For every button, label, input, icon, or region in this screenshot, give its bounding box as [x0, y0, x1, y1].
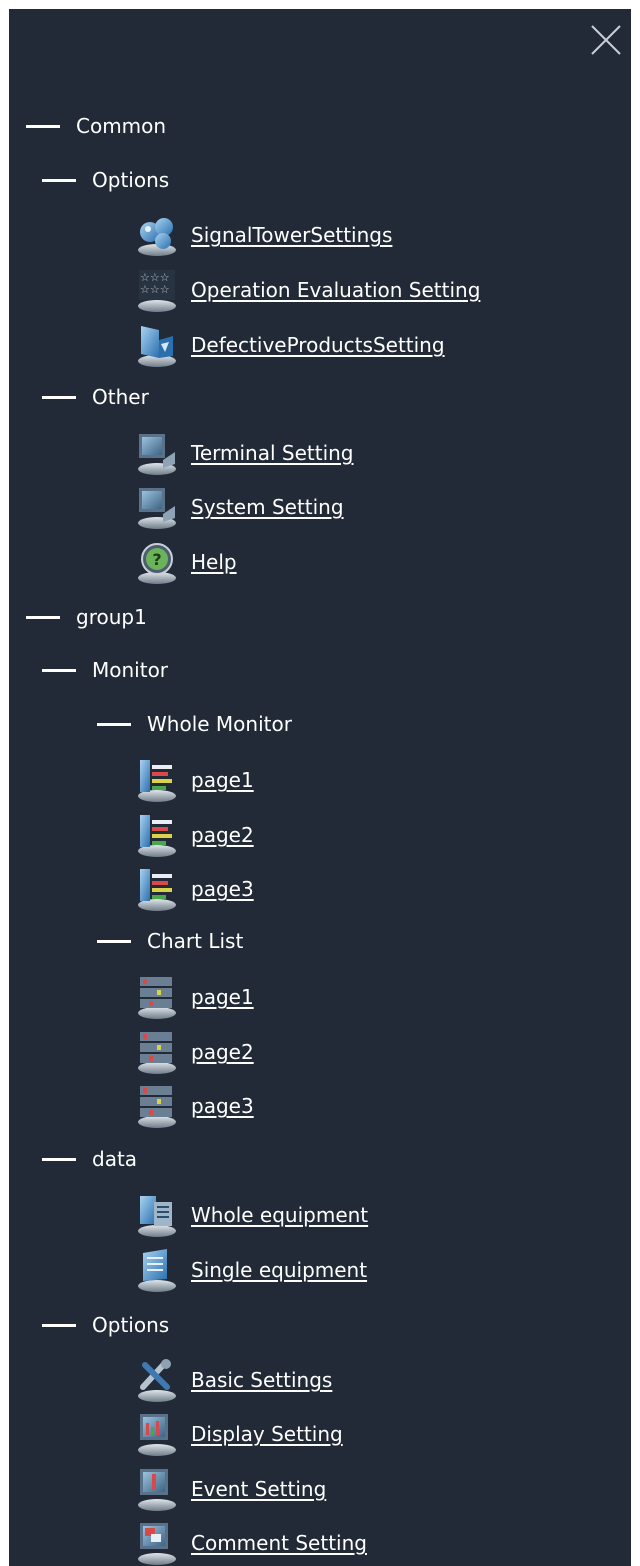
menu-item-single-equipment[interactable]: Single equipment	[135, 1245, 367, 1295]
menu-item-whole-equipment[interactable]: Whole equipment	[135, 1190, 368, 1240]
menu-item-link[interactable]: page3	[191, 877, 254, 901]
tree-node-label: Options	[92, 1313, 170, 1337]
tree-node-common-options[interactable]: Options	[42, 160, 169, 200]
menu-item-link[interactable]: System Setting	[191, 495, 344, 519]
tree-node-whole-monitor[interactable]: Whole Monitor	[97, 704, 292, 744]
tree-node-group1-options[interactable]: Options	[42, 1305, 169, 1345]
tree-node-common[interactable]: Common	[26, 106, 166, 146]
menu-item-link[interactable]: Comment Setting	[191, 1531, 367, 1555]
chart-list-icon	[138, 977, 176, 1019]
menu-item-link[interactable]: Operation Evaluation Setting	[191, 278, 480, 302]
menu-item-terminal-setting[interactable]: Terminal Setting	[135, 428, 354, 478]
help-icon: ?	[138, 543, 176, 584]
menu-item-defective-products-setting[interactable]: DefectiveProductsSetting	[135, 320, 445, 370]
monitor-icon	[138, 488, 176, 529]
menu-item-link[interactable]: Single equipment	[191, 1258, 367, 1282]
menu-item-help[interactable]: ? Help	[135, 537, 237, 587]
tools-icon	[138, 1359, 176, 1402]
collapse-dash-icon	[42, 178, 76, 182]
chart-list-icon	[138, 1032, 176, 1074]
chart-list-icon	[138, 1086, 176, 1128]
defective-product-icon	[138, 326, 176, 367]
collapse-dash-icon	[42, 1157, 76, 1161]
menu-item-operation-evaluation-setting[interactable]: ☆☆☆ ☆☆☆ Operation Evaluation Setting	[135, 265, 480, 315]
star-rating-icon: ☆☆☆ ☆☆☆	[138, 270, 176, 312]
menu-item-display-setting[interactable]: Display Setting	[135, 1409, 343, 1459]
menu-item-link[interactable]: Terminal Setting	[191, 441, 354, 465]
collapse-dash-icon	[26, 615, 60, 619]
tree-node-label: Options	[92, 168, 170, 192]
menu-item-chart-list-page2[interactable]: page2	[135, 1027, 254, 1077]
single-equipment-icon	[138, 1249, 176, 1292]
menu-item-link[interactable]: Display Setting	[191, 1422, 343, 1446]
menu-item-basic-settings[interactable]: Basic Settings	[135, 1355, 332, 1405]
tree-node-label: data	[92, 1147, 138, 1171]
tree-node-data[interactable]: data	[42, 1139, 137, 1179]
tree-node-label: Other	[92, 385, 149, 409]
signal-tower-icon	[138, 218, 176, 256]
collapse-dash-icon	[26, 124, 60, 128]
menu-item-whole-monitor-page1[interactable]: page1	[135, 755, 254, 805]
svg-text:?: ?	[152, 550, 161, 569]
menu-item-link[interactable]: SignalTowerSettings	[191, 223, 392, 247]
tree-node-label: Whole Monitor	[147, 712, 292, 736]
menu-item-link[interactable]: page3	[191, 1094, 254, 1118]
menu-item-link[interactable]: DefectiveProductsSetting	[191, 333, 445, 357]
menu-item-whole-monitor-page2[interactable]: page2	[135, 810, 254, 860]
menu-item-event-setting[interactable]: Event Setting	[135, 1464, 326, 1514]
menu-item-whole-monitor-page3[interactable]: page3	[135, 864, 254, 914]
tree-node-label: Monitor	[92, 658, 169, 682]
whole-monitor-icon	[138, 869, 176, 911]
menu-item-chart-list-page3[interactable]: page3	[135, 1081, 254, 1131]
menu-item-signal-tower-settings[interactable]: SignalTowerSettings	[135, 210, 392, 260]
collapse-dash-icon	[42, 668, 76, 672]
menu-item-chart-list-page1[interactable]: page1	[135, 972, 254, 1022]
event-setting-icon	[138, 1469, 176, 1511]
whole-equipment-icon	[138, 1196, 176, 1237]
tree-node-monitor[interactable]: Monitor	[42, 650, 168, 690]
tree-node-chart-list[interactable]: Chart List	[97, 921, 243, 961]
collapse-dash-icon	[97, 722, 131, 726]
menu-item-link[interactable]: Help	[191, 550, 237, 574]
svg-text:☆☆☆: ☆☆☆	[140, 283, 170, 296]
tree-node-label: group1	[76, 605, 147, 629]
collapse-dash-icon	[42, 395, 76, 399]
display-setting-icon	[138, 1414, 176, 1456]
menu-item-link[interactable]: page1	[191, 985, 254, 1009]
menu-item-link[interactable]: Event Setting	[191, 1477, 326, 1501]
collapse-dash-icon	[42, 1323, 76, 1327]
menu-item-link[interactable]: page1	[191, 768, 254, 792]
whole-monitor-icon	[138, 815, 176, 857]
tree-node-label: Chart List	[147, 929, 244, 953]
tree-node-group1[interactable]: group1	[26, 597, 147, 637]
menu-item-link[interactable]: Whole equipment	[191, 1203, 368, 1227]
navigation-panel: Common Options SignalTowerSettings ☆☆☆ ☆…	[9, 9, 631, 1566]
comment-setting-icon	[138, 1523, 176, 1565]
menu-item-link[interactable]: page2	[191, 1040, 254, 1064]
menu-item-link[interactable]: Basic Settings	[191, 1368, 332, 1392]
close-icon[interactable]	[589, 23, 623, 57]
whole-monitor-icon	[138, 760, 176, 802]
monitor-icon	[138, 434, 176, 475]
menu-item-comment-setting[interactable]: Comment Setting	[135, 1518, 367, 1566]
menu-item-system-setting[interactable]: System Setting	[135, 482, 344, 532]
tree-node-other[interactable]: Other	[42, 377, 149, 417]
menu-item-link[interactable]: page2	[191, 823, 254, 847]
tree-node-label: Common	[76, 114, 167, 138]
collapse-dash-icon	[97, 939, 131, 943]
